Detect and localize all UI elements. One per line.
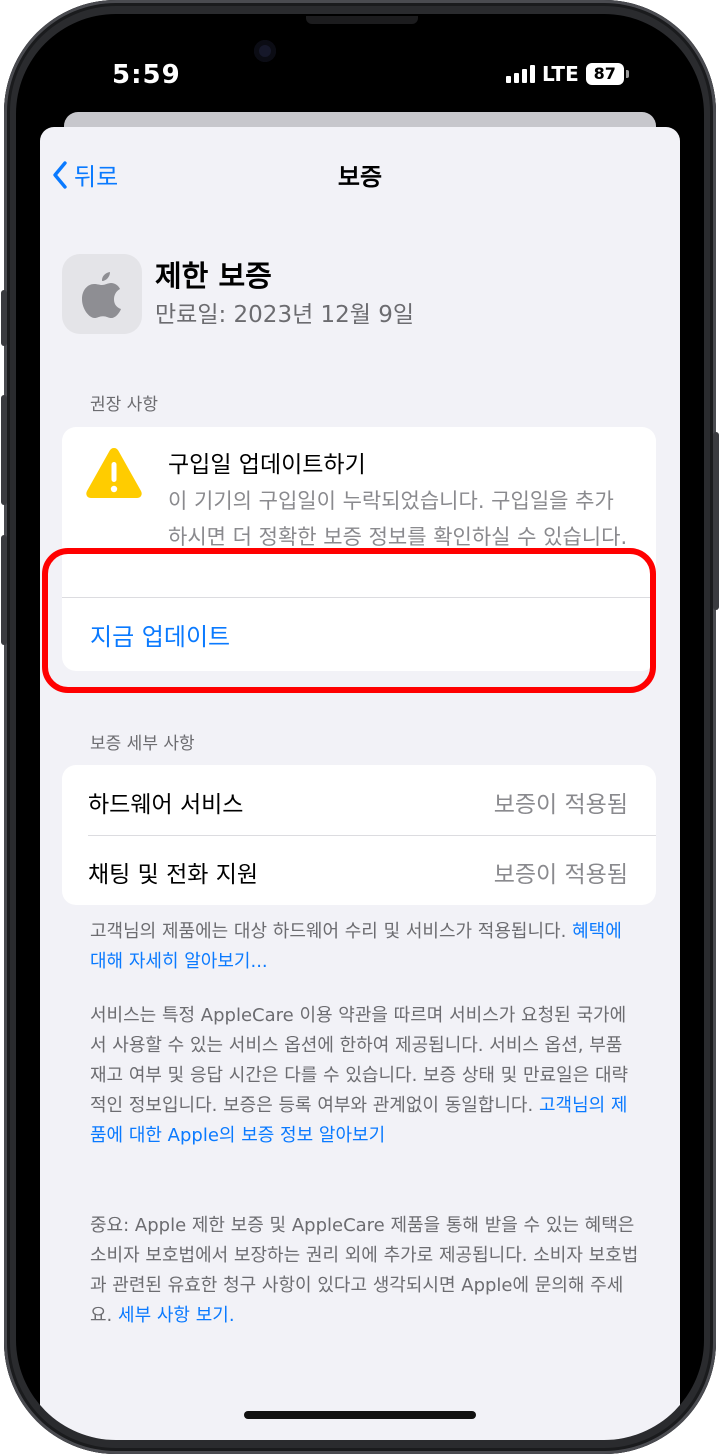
side-button <box>713 432 719 610</box>
recommendation-title: 구입일 업데이트하기 <box>168 452 366 478</box>
footer-coverage-note: 고객님의 제품에는 대상 하드웨어 수리 및 서비스가 적용됩니다. 혜택에 대… <box>90 917 640 977</box>
recommendations-section-label: 권장 사항 <box>90 395 158 415</box>
expiry-date: 만료일: 2023년 12월 9일 <box>155 302 415 328</box>
footer-service-terms: 서비스는 특정 AppleCare 이용 약관을 따르며 서비스가 요청된 국가… <box>90 1001 640 1151</box>
status-time: 5:59 <box>112 60 181 90</box>
details-card: 하드웨어 서비스 보증이 적용됨 채팅 및 전화 지원 보증이 적용됨 <box>62 765 656 905</box>
status-indicators: LTE 87 <box>506 62 629 86</box>
speaker-grille <box>306 16 418 24</box>
recommendation-body: 이 기기의 구입일이 누락되었습니다. 구입일을 추가하시면 더 정확한 보증 … <box>168 489 628 549</box>
footer-coverage-text: 고객님의 제품에는 대상 하드웨어 수리 및 서비스가 적용됩니다. <box>90 921 567 942</box>
view-details-link[interactable]: 세부 사항 보기. <box>118 1305 235 1326</box>
network-label: LTE <box>542 62 579 86</box>
chat-phone-support-label: 채팅 및 전화 지원 <box>88 862 259 888</box>
footer-important: 중요: Apple 제한 보증 및 AppleCare 제품을 통해 받을 수 … <box>90 1211 640 1331</box>
apple-logo-icon <box>62 254 142 334</box>
hardware-service-label: 하드웨어 서비스 <box>88 792 244 818</box>
divider <box>88 835 656 836</box>
front-camera <box>254 40 276 62</box>
chat-phone-support-status: 보증이 적용됨 <box>493 862 628 888</box>
volume-down-button <box>1 535 7 645</box>
warning-triangle-icon <box>86 448 142 498</box>
page-title: 보증 <box>337 163 383 191</box>
warranty-title: 제한 보증 <box>155 259 272 293</box>
battery-icon: 87 <box>585 63 629 85</box>
warranty-sheet: 뒤로 보증 제한 보증 만료일: 2023년 12월 9일 권장 사항 구입일 … <box>40 127 680 1440</box>
home-indicator <box>244 1411 476 1419</box>
signal-icon <box>506 65 535 83</box>
hardware-service-status: 보증이 적용됨 <box>493 792 628 818</box>
silent-switch <box>1 290 7 346</box>
details-section-label: 보증 세부 사항 <box>90 734 195 754</box>
highlight-box <box>42 548 656 693</box>
volume-up-button <box>1 395 7 505</box>
phone-screen: 5:59 LTE 87 뒤로 보증 제한 보증 만료일: 2023년 12월 9… <box>16 14 704 1440</box>
